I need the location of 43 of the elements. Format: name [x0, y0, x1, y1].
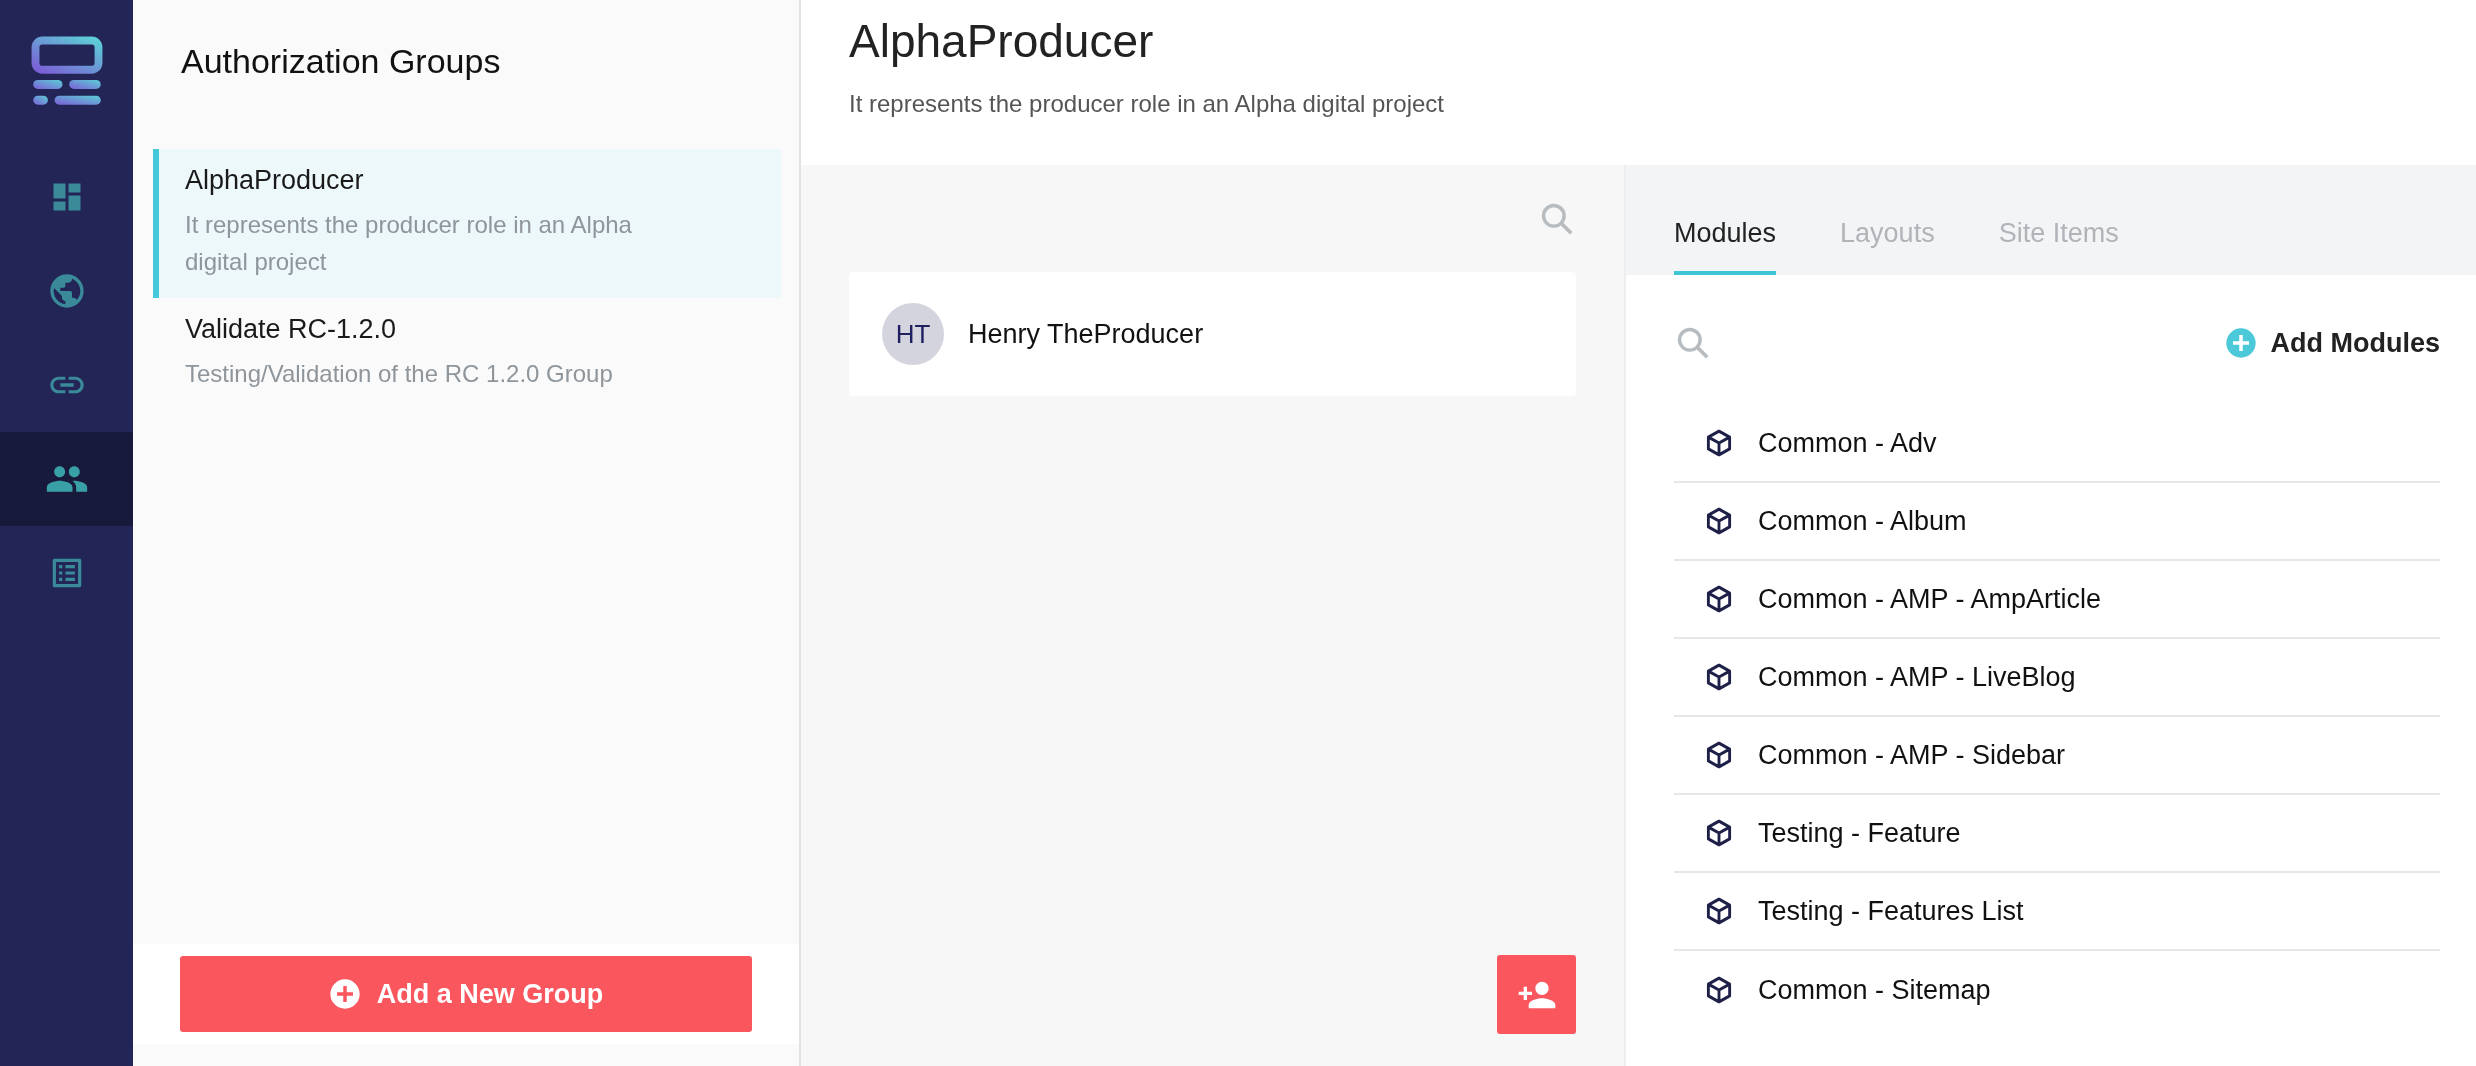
group-description: It represents the producer role in an Alpha digital project — [185, 210, 633, 277]
group-name: Validate RC-1.2.0 — [185, 314, 397, 345]
module-name: Common - AMP - AmpArticle — [1758, 583, 2102, 615]
group-description: It represents the producer role in an Alpha digital project — [849, 90, 1446, 118]
cube-icon — [1704, 506, 1734, 536]
plus-circle-icon — [2224, 327, 2257, 359]
nav-item[interactable] — [0, 432, 133, 526]
logo-icon — [30, 36, 103, 108]
module-item[interactable]: Common - AMP - AmpArticle — [1674, 561, 2440, 639]
module-item[interactable]: Common - Album — [1674, 483, 2440, 561]
module-item[interactable]: Common - Adv — [1674, 405, 2440, 483]
cube-icon — [1704, 662, 1734, 692]
module-item[interactable]: Testing - Features List — [1674, 873, 2440, 951]
user-card[interactable]: HT Henry TheProducer — [849, 272, 1576, 396]
group-description: Testing/Validation of the RC 1.2.0 Group — [185, 359, 614, 389]
group-name: AlphaProducer — [185, 165, 364, 196]
add-user-button[interactable] — [1497, 955, 1576, 1034]
panel-title: Authorization Groups — [181, 42, 501, 81]
module-name: Testing - Feature — [1758, 817, 1961, 849]
group-item[interactable]: Validate RC-1.2.0 Testing/Validation of the RC 1.2.0 Group — [153, 298, 781, 410]
module-item[interactable]: Common - AMP - LiveBlog — [1674, 639, 2440, 717]
module-item[interactable]: Common - AMP - Sidebar — [1674, 717, 2440, 795]
group-item[interactable]: AlphaProducer It represents the producer role in an Alpha digital project — [153, 149, 781, 298]
module-name: Common - AMP - Sidebar — [1758, 739, 2066, 771]
module-name: Testing - Features List — [1758, 895, 2024, 927]
module-name: Common - Adv — [1758, 427, 1937, 459]
user-avatar: HT — [882, 303, 944, 365]
cube-icon — [1704, 896, 1734, 926]
cube-icon — [1704, 740, 1734, 770]
cube-icon — [1704, 428, 1734, 458]
module-name: Common - Album — [1758, 505, 1967, 537]
module-item[interactable]: Common - Sitemap — [1674, 951, 2440, 1029]
cube-icon — [1704, 975, 1734, 1005]
group-title: AlphaProducer — [849, 14, 1154, 68]
module-item[interactable]: Testing - Feature — [1674, 795, 2440, 873]
plus-circle-icon — [328, 978, 361, 1010]
user-name: Henry TheProducer — [968, 318, 1204, 350]
add-modules-button[interactable]: Add Modules — [2224, 327, 2440, 359]
tab[interactable]: Modules — [1674, 218, 1777, 275]
cube-icon — [1704, 584, 1734, 614]
module-name: Common - AMP - LiveBlog — [1758, 661, 2076, 693]
cube-icon — [1704, 818, 1734, 848]
module-name: Common - Sitemap — [1758, 974, 1991, 1006]
